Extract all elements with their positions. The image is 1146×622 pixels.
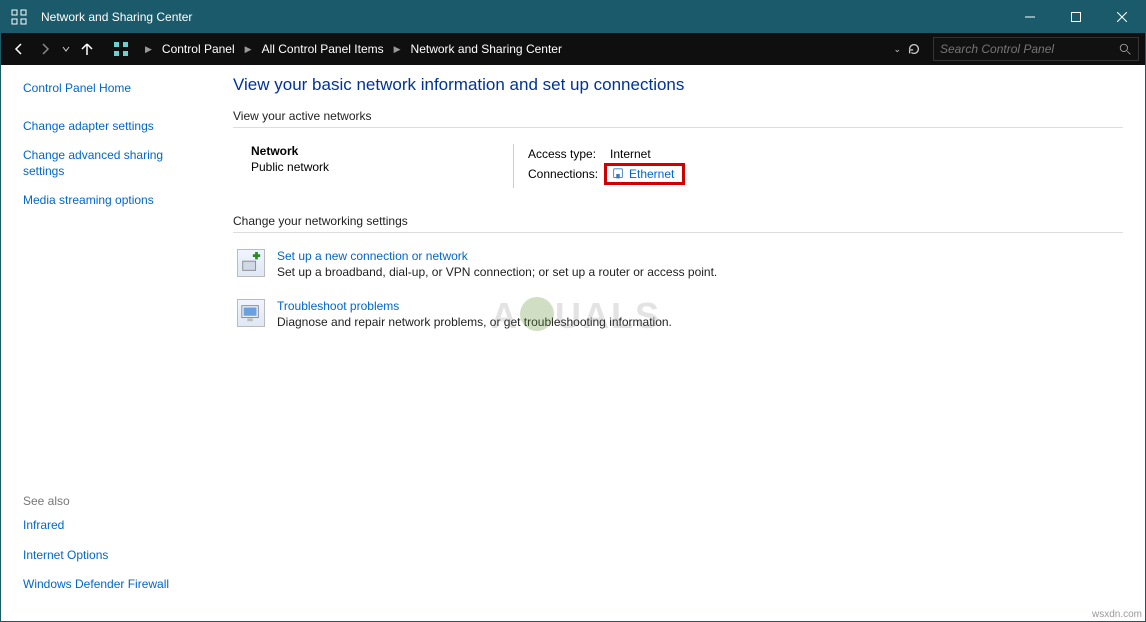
titlebar: Network and Sharing Center [1, 1, 1145, 33]
sidebar-link-infrared[interactable]: Infrared [23, 518, 197, 534]
forward-button[interactable] [33, 37, 57, 61]
sidebar-link-home[interactable]: Control Panel Home [23, 81, 197, 97]
chevron-right-icon[interactable]: ▶ [241, 44, 256, 55]
troubleshoot-icon [237, 299, 265, 327]
content-area: Control Panel Home Change adapter settin… [1, 65, 1145, 621]
divider [233, 232, 1123, 233]
up-button[interactable] [75, 37, 99, 61]
setting-item-troubleshoot: Troubleshoot problems Diagnose and repai… [233, 299, 1123, 329]
connection-highlight: Ethernet [604, 163, 685, 185]
connections-label: Connections: [528, 167, 610, 181]
active-network-row: Network Public network Access type: Inte… [233, 144, 1123, 188]
access-type-value: Internet [610, 147, 651, 161]
network-type: Public network [251, 160, 513, 174]
window-title: Network and Sharing Center [37, 10, 1007, 24]
change-settings-header: Change your networking settings [233, 214, 1123, 228]
divider [233, 127, 1123, 128]
troubleshoot-link[interactable]: Troubleshoot problems [277, 299, 399, 313]
chevron-right-icon[interactable]: ▶ [390, 44, 405, 55]
source-tag: wsxdn.com [1092, 609, 1142, 620]
page-title: View your basic network information and … [233, 75, 1123, 95]
refresh-button[interactable] [907, 42, 921, 56]
history-dropdown-icon[interactable] [59, 37, 73, 61]
main-panel: View your basic network information and … [211, 65, 1145, 621]
search-icon[interactable] [1119, 43, 1132, 56]
setting-item-setup: Set up a new connection or network Set u… [233, 249, 1123, 279]
breadcrumb-item[interactable]: Control Panel [160, 42, 237, 56]
connection-link-ethernet[interactable]: Ethernet [629, 167, 674, 181]
dropdown-chevron-icon[interactable]: ⌄ [893, 44, 901, 55]
sidebar: Control Panel Home Change adapter settin… [1, 65, 211, 621]
troubleshoot-desc: Diagnose and repair network problems, or… [277, 315, 672, 329]
breadcrumb-item[interactable]: Network and Sharing Center [409, 42, 564, 56]
chevron-right-icon[interactable]: ▶ [141, 44, 156, 55]
active-networks-header: View your active networks [233, 109, 1123, 123]
sidebar-link-advanced[interactable]: Change advanced sharing settings [23, 148, 197, 179]
window-root: Network and Sharing Center ▶ Control Pan… [0, 0, 1146, 622]
see-also-header: See also [23, 494, 197, 508]
setup-connection-link[interactable]: Set up a new connection or network [277, 249, 468, 263]
app-icon [1, 9, 37, 25]
search-input[interactable] [940, 42, 1119, 56]
sidebar-link-internet-options[interactable]: Internet Options [23, 548, 197, 564]
sidebar-link-adapter[interactable]: Change adapter settings [23, 119, 197, 135]
sidebar-link-firewall[interactable]: Windows Defender Firewall [23, 577, 197, 593]
maximize-button[interactable] [1053, 1, 1099, 33]
control-panel-icon[interactable] [109, 37, 133, 61]
breadcrumb: ▶ Control Panel ▶ All Control Panel Item… [141, 42, 891, 56]
navbar: ▶ Control Panel ▶ All Control Panel Item… [1, 33, 1145, 65]
new-connection-icon [237, 249, 265, 277]
search-box[interactable] [933, 37, 1139, 61]
minimize-button[interactable] [1007, 1, 1053, 33]
network-name: Network [251, 144, 513, 158]
back-button[interactable] [7, 37, 31, 61]
ethernet-icon [611, 167, 625, 181]
breadcrumb-item[interactable]: All Control Panel Items [260, 42, 386, 56]
setup-connection-desc: Set up a broadband, dial-up, or VPN conn… [277, 265, 717, 279]
sidebar-link-media[interactable]: Media streaming options [23, 193, 197, 209]
close-button[interactable] [1099, 1, 1145, 33]
access-type-label: Access type: [528, 147, 610, 161]
